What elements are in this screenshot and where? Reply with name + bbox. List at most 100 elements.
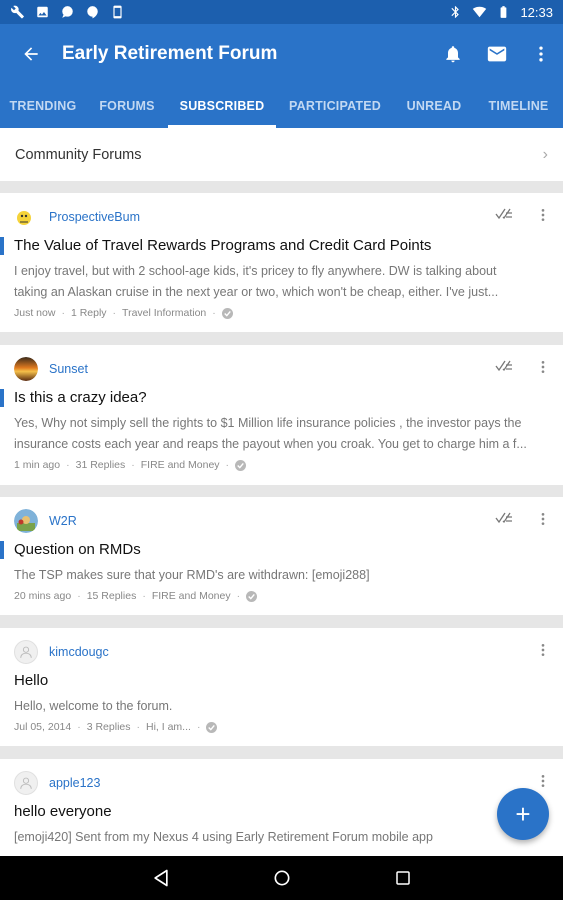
system-nav-bar <box>0 856 563 900</box>
check-icon <box>246 590 258 602</box>
topic-title: hello everyone <box>14 803 112 820</box>
topic-forum: Hi, I am... <box>146 721 191 733</box>
bell-icon <box>446 46 460 63</box>
username[interactable]: Sunset <box>49 362 88 376</box>
topic-card[interactable]: Sunset Is this a crazy idea? Yes, Why no… <box>0 345 563 485</box>
recents-nav-icon <box>395 871 410 885</box>
bluetooth-icon <box>448 5 463 19</box>
tab-trending[interactable]: TRENDING <box>0 84 86 128</box>
messages-button[interactable] <box>475 24 519 84</box>
topic-replies: 1 Reply <box>70 307 107 319</box>
mail-icon <box>487 46 507 62</box>
mark-read-icon[interactable] <box>495 207 513 221</box>
topic-forum: Travel Information <box>122 307 207 319</box>
excerpt-line: insurance costs each year and reaps the … <box>14 437 527 451</box>
avatar[interactable] <box>14 640 38 664</box>
topic-replies: 3 Replies <box>86 721 131 733</box>
unread-indicator <box>0 389 4 407</box>
overflow-icon <box>541 644 545 656</box>
topic-title: Hello <box>14 672 49 689</box>
topic-title: Question on RMDs <box>14 541 141 558</box>
topic-more-button[interactable] <box>535 511 551 527</box>
topic-excerpt: Yes, Why not simply sell the rights to $… <box>14 413 554 455</box>
topic-time: 20 mins ago <box>14 590 72 602</box>
hangouts-icon <box>85 5 100 19</box>
tab-subscribed[interactable]: SUBSCRIBED <box>168 84 276 128</box>
topic-meta: Jul 05, 2014 · 3 Replies · Hi, I am... · <box>14 721 218 733</box>
plus-icon: + <box>515 798 531 829</box>
back-button[interactable] <box>0 24 62 84</box>
recents-nav-button[interactable] <box>383 858 423 898</box>
tab-bar: TRENDING FORUMS SUBSCRIBED PARTICIPATED … <box>0 84 563 128</box>
overflow-icon <box>539 46 543 62</box>
excerpt-line: Hello, welcome to the forum. <box>14 699 173 713</box>
device-icon <box>110 5 125 19</box>
topic-time: 1 min ago <box>14 459 61 471</box>
topic-meta: 20 mins ago · 15 Replies · FIRE and Money · <box>14 590 258 602</box>
unread-indicator <box>0 237 4 255</box>
topic-forum: FIRE and Money <box>151 590 231 602</box>
topic-card[interactable]: W2R Question on RMDs The TSP makes sure … <box>0 497 563 615</box>
topic-title: The Value of Travel Rewards Programs and… <box>14 237 432 254</box>
image-icon <box>35 5 50 19</box>
avatar[interactable] <box>14 771 38 795</box>
tab-forums[interactable]: FORUMS <box>86 84 168 128</box>
status-time: 12:33 <box>520 4 553 20</box>
avatar[interactable] <box>14 509 38 533</box>
topic-time: Just now <box>14 307 56 319</box>
tab-unread[interactable]: UNREAD <box>394 84 474 128</box>
wrench-icon <box>10 5 25 19</box>
avatar[interactable] <box>14 205 38 229</box>
overflow-menu-button[interactable] <box>519 24 563 84</box>
topic-card[interactable]: ProspectiveBum The Value of Travel Rewar… <box>0 193 563 332</box>
excerpt-line: [emoji420] Sent from my Nexus 4 using Ea… <box>14 830 433 844</box>
tab-timeline[interactable]: TIMELINE <box>474 84 563 128</box>
username[interactable]: ProspectiveBum <box>49 210 140 224</box>
topic-more-button[interactable] <box>535 359 551 375</box>
username[interactable]: kimcdougc <box>49 645 109 659</box>
topic-more-button[interactable] <box>535 207 551 223</box>
overflow-icon <box>541 775 545 787</box>
back-nav-button[interactable] <box>141 858 181 898</box>
topic-replies: 31 Replies <box>75 459 126 471</box>
topic-card[interactable]: kimcdougc Hello Hello, welcome to the fo… <box>0 628 563 746</box>
status-bar: 12:33 <box>0 0 563 24</box>
username[interactable]: W2R <box>49 514 77 528</box>
excerpt-line: Yes, Why not simply sell the rights to $… <box>14 416 522 430</box>
mark-read-icon[interactable] <box>495 359 513 373</box>
excerpt-line: taking an Alaskan cruise in the next yea… <box>14 285 499 299</box>
home-nav-icon <box>274 870 289 886</box>
topic-excerpt: I enjoy travel, but with 2 school-age ki… <box>14 261 554 303</box>
username[interactable]: apple123 <box>49 776 100 790</box>
arrow-left-icon <box>24 47 38 61</box>
wifi-icon <box>472 5 487 19</box>
topic-more-button[interactable] <box>535 642 551 658</box>
mark-read-icon[interactable] <box>495 511 513 525</box>
topic-card[interactable]: apple123 hello everyone [emoji420] Sent … <box>0 759 563 856</box>
topic-excerpt: Hello, welcome to the forum. <box>14 696 554 717</box>
check-icon <box>235 459 247 471</box>
new-topic-fab[interactable]: + <box>497 788 549 840</box>
chat-icon <box>60 5 75 19</box>
battery-icon <box>496 5 511 19</box>
topic-meta: 1 min ago · 31 Replies · FIRE and Money · <box>14 459 247 471</box>
home-nav-button[interactable] <box>262 858 302 898</box>
tab-participated[interactable]: PARTICIPATED <box>276 84 394 128</box>
overflow-icon <box>541 209 545 221</box>
topic-meta: Just now · 1 Reply · Travel Information · <box>14 307 233 319</box>
excerpt-line: I enjoy travel, but with 2 school-age ki… <box>14 264 497 278</box>
check-icon <box>206 721 218 733</box>
topic-excerpt: The TSP makes sure that your RMD's are w… <box>14 565 554 586</box>
notifications-button[interactable] <box>431 24 475 84</box>
community-forums-label: Community Forums <box>15 146 142 163</box>
app-bar: Early Retirement Forum <box>0 24 563 84</box>
topic-time: Jul 05, 2014 <box>14 721 72 733</box>
community-forums-row[interactable]: Community Forums › <box>0 128 563 181</box>
topic-more-button[interactable] <box>535 773 551 789</box>
excerpt-line: The TSP makes sure that your RMD's are w… <box>14 568 370 582</box>
avatar[interactable] <box>14 357 38 381</box>
chevron-right-icon: › <box>542 145 548 163</box>
check-icon <box>221 307 233 319</box>
topic-title: Is this a crazy idea? <box>14 389 147 406</box>
topic-forum: FIRE and Money <box>140 459 220 471</box>
